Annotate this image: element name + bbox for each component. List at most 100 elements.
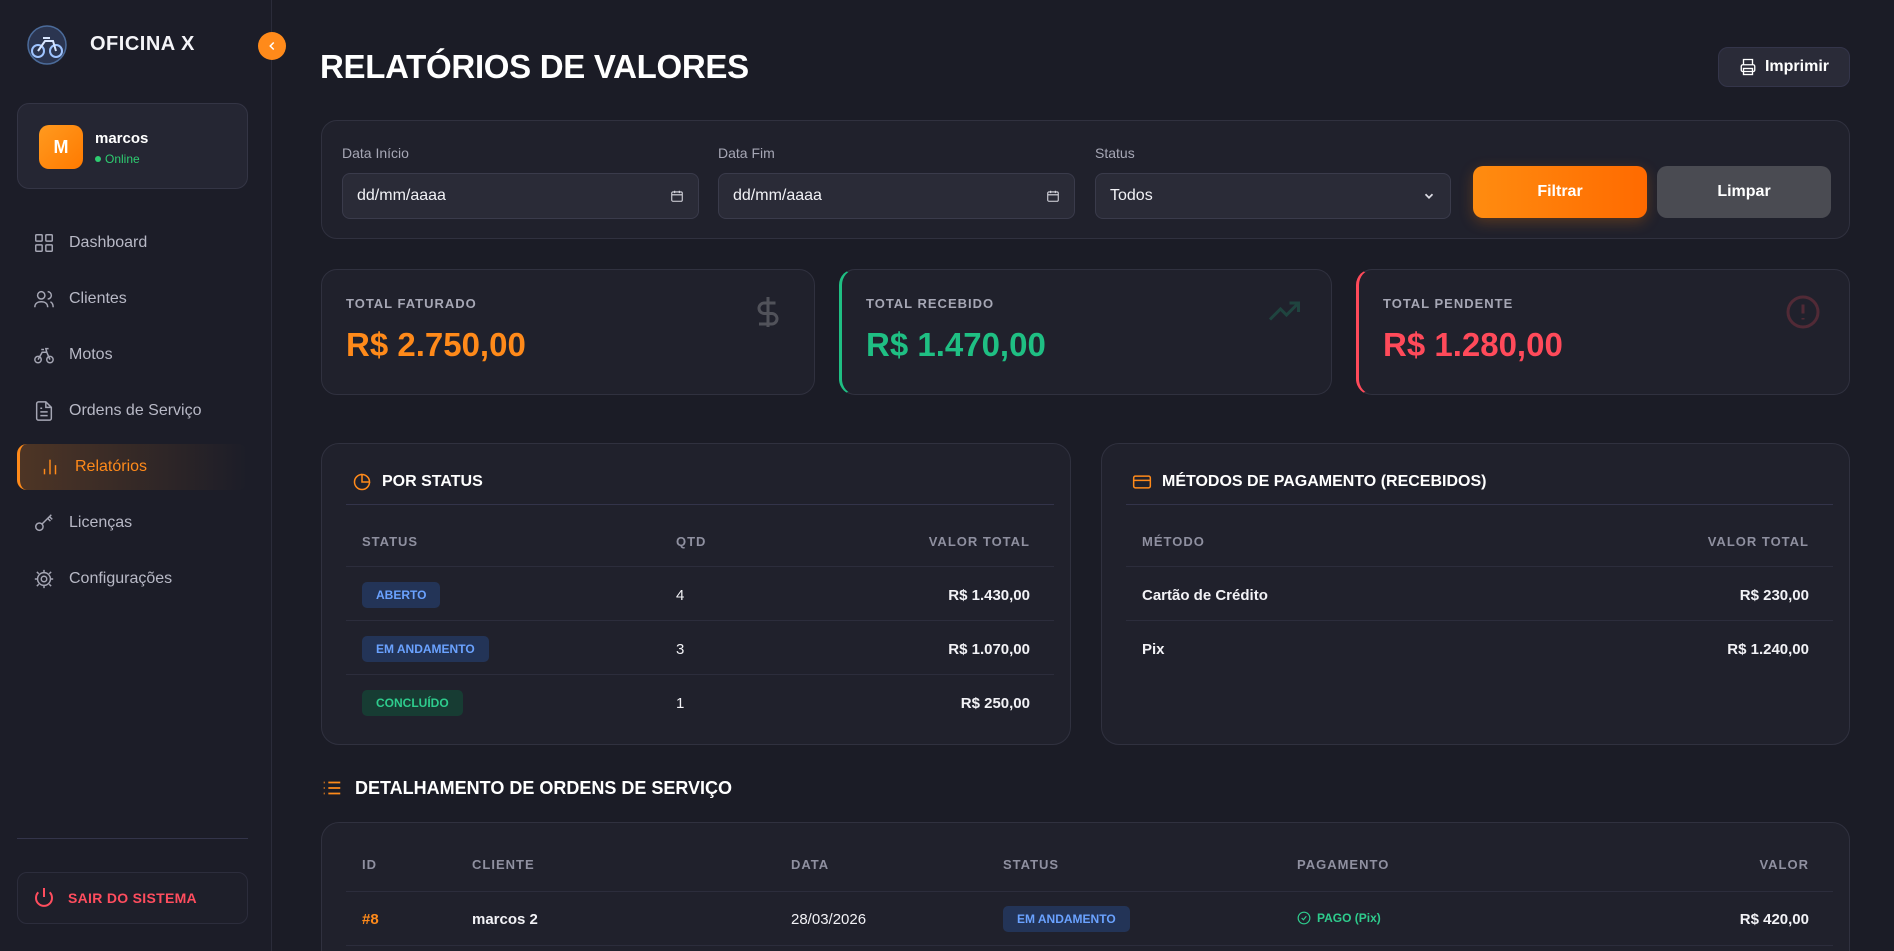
sidebar-item-dashboard[interactable]: Dashboard <box>17 220 248 266</box>
column-header: ID <box>362 857 377 872</box>
brand-name: OFICINA X <box>90 33 195 55</box>
panel-title-label: MÉTODOS DE PAGAMENTO (RECEBIDOS) <box>1162 473 1487 490</box>
divider <box>346 945 1833 946</box>
gear-icon <box>34 569 54 589</box>
document-icon <box>35 401 53 421</box>
divider <box>1126 504 1833 505</box>
divider <box>346 566 1054 567</box>
user-name: marcos <box>95 130 149 147</box>
column-header: DATA <box>791 857 830 872</box>
section-title-label: DETALHAMENTO DE ORDENS DE SERVIÇO <box>355 777 733 798</box>
status-panel-title: POR STATUS <box>352 472 483 492</box>
details-section-title: DETALHAMENTO DE ORDENS DE SERVIÇO <box>321 777 732 799</box>
column-header: VALOR <box>1759 857 1809 872</box>
power-icon <box>35 888 53 907</box>
print-button[interactable]: Imprimir <box>1718 47 1850 87</box>
logo-icon <box>26 24 68 66</box>
table-cell-client: marcos 2 <box>472 911 538 928</box>
sidebar-item-label: Relatórios <box>75 458 148 475</box>
sidebar-item-motos[interactable]: Motos <box>17 332 248 378</box>
column-header: STATUS <box>362 534 419 549</box>
status-badge: EM ANDAMENTO <box>1003 906 1130 932</box>
table-cell-date: 28/03/2026 <box>791 911 867 928</box>
user-status-label: Online <box>105 152 140 166</box>
users-icon <box>34 290 54 308</box>
table-cell-total: R$ 230,00 <box>1739 587 1809 604</box>
credit-card-icon <box>1132 475 1152 489</box>
start-date-input[interactable]: dd/mm/aaaa <box>342 173 699 219</box>
status-label: Status <box>1095 145 1135 161</box>
panel-title-label: POR STATUS <box>382 473 483 490</box>
payment-status: PAGO (Pix) <box>1297 911 1381 925</box>
sidebar-divider <box>17 838 248 839</box>
table-cell-qty: 1 <box>676 695 685 712</box>
filter-panel: Data Início dd/mm/aaaa Data Fim dd/mm/aa… <box>321 120 1850 239</box>
bike-icon <box>34 347 54 364</box>
table-cell-qty: 4 <box>676 587 685 604</box>
chevron-left-icon <box>269 41 275 51</box>
sidebar-item-ordens[interactable]: Ordens de Serviço <box>17 388 248 434</box>
stat-label: TOTAL PENDENTE <box>1383 296 1514 311</box>
stat-value: R$ 1.280,00 <box>1383 326 1563 363</box>
sidebar-nav: Dashboard Clientes Motos Ordens de Servi… <box>17 220 248 612</box>
column-header: CLIENTE <box>472 857 535 872</box>
end-date-value: dd/mm/aaaa <box>733 187 822 204</box>
payment-status-label: PAGO (Pix) <box>1317 911 1381 925</box>
divider <box>346 620 1054 621</box>
sidebar-item-label: Dashboard <box>69 234 148 251</box>
end-date-input[interactable]: dd/mm/aaaa <box>718 173 1075 219</box>
table-cell-total: R$ 1.240,00 <box>1727 641 1809 658</box>
sidebar: OFICINA X M marcos Online Dashboard Clie… <box>0 0 272 951</box>
filter-button[interactable]: Filtrar <box>1473 166 1647 218</box>
sidebar-item-label: Configurações <box>69 570 173 587</box>
divider <box>346 674 1054 675</box>
list-icon <box>323 781 341 795</box>
calendar-icon[interactable] <box>1046 189 1060 203</box>
stat-card-recebido: TOTAL RECEBIDO R$ 1.470,00 <box>839 269 1332 395</box>
status-select[interactable]: Todos <box>1095 173 1451 219</box>
column-header: PAGAMENTO <box>1297 857 1390 872</box>
clear-button[interactable]: Limpar <box>1657 166 1831 218</box>
column-header: VALOR TOTAL <box>928 534 1030 549</box>
table-cell-total: R$ 250,00 <box>960 695 1030 712</box>
table-cell-total: R$ 1.070,00 <box>948 641 1030 658</box>
dollar-icon <box>750 294 786 330</box>
collapse-sidebar-button[interactable] <box>258 32 286 60</box>
sidebar-item-label: Ordens de Serviço <box>69 402 202 419</box>
stat-label: TOTAL RECEBIDO <box>866 296 995 311</box>
column-header: QTD <box>676 534 707 549</box>
sidebar-item-licencas[interactable]: Licenças <box>17 500 248 546</box>
online-dot-icon <box>95 156 101 162</box>
order-id-link[interactable]: #8 <box>362 911 379 928</box>
page-title: RELATÓRIOS DE VALORES <box>320 48 749 85</box>
divider <box>1126 620 1833 621</box>
payment-panel-title: MÉTODOS DE PAGAMENTO (RECEBIDOS) <box>1132 472 1486 492</box>
table-cell-value: R$ 420,00 <box>1739 911 1809 928</box>
calendar-icon[interactable] <box>670 189 684 203</box>
sidebar-item-clientes[interactable]: Clientes <box>17 276 248 322</box>
avatar: M <box>39 125 83 169</box>
user-card: M marcos Online <box>17 103 248 189</box>
table-cell-method: Cartão de Crédito <box>1142 587 1268 604</box>
sidebar-item-configuracoes[interactable]: Configurações <box>17 556 248 602</box>
stat-card-faturado: TOTAL FATURADO R$ 2.750,00 <box>321 269 815 395</box>
trending-up-icon <box>1267 294 1303 330</box>
status-badge: EM ANDAMENTO <box>362 636 489 662</box>
status-select-value: Todos <box>1110 187 1153 204</box>
divider <box>346 504 1054 505</box>
logout-button[interactable]: SAIR DO SISTEMA <box>17 872 248 924</box>
sidebar-item-relatorios[interactable]: Relatórios <box>17 444 248 490</box>
table-cell-qty: 3 <box>676 641 685 658</box>
column-header: MÉTODO <box>1142 534 1205 549</box>
table-cell-method: Pix <box>1142 641 1165 658</box>
bar-chart-icon <box>43 459 57 475</box>
key-icon <box>35 514 53 532</box>
start-date-value: dd/mm/aaaa <box>357 187 446 204</box>
end-date-label: Data Fim <box>718 145 775 161</box>
status-panel: POR STATUS STATUS QTD VALOR TOTAL ABERTO… <box>321 443 1071 745</box>
start-date-label: Data Início <box>342 145 409 161</box>
divider <box>346 891 1833 892</box>
details-table: ID CLIENTE DATA STATUS PAGAMENTO VALOR #… <box>321 822 1850 951</box>
sidebar-item-label: Motos <box>69 346 113 363</box>
stat-value: R$ 2.750,00 <box>346 326 526 363</box>
